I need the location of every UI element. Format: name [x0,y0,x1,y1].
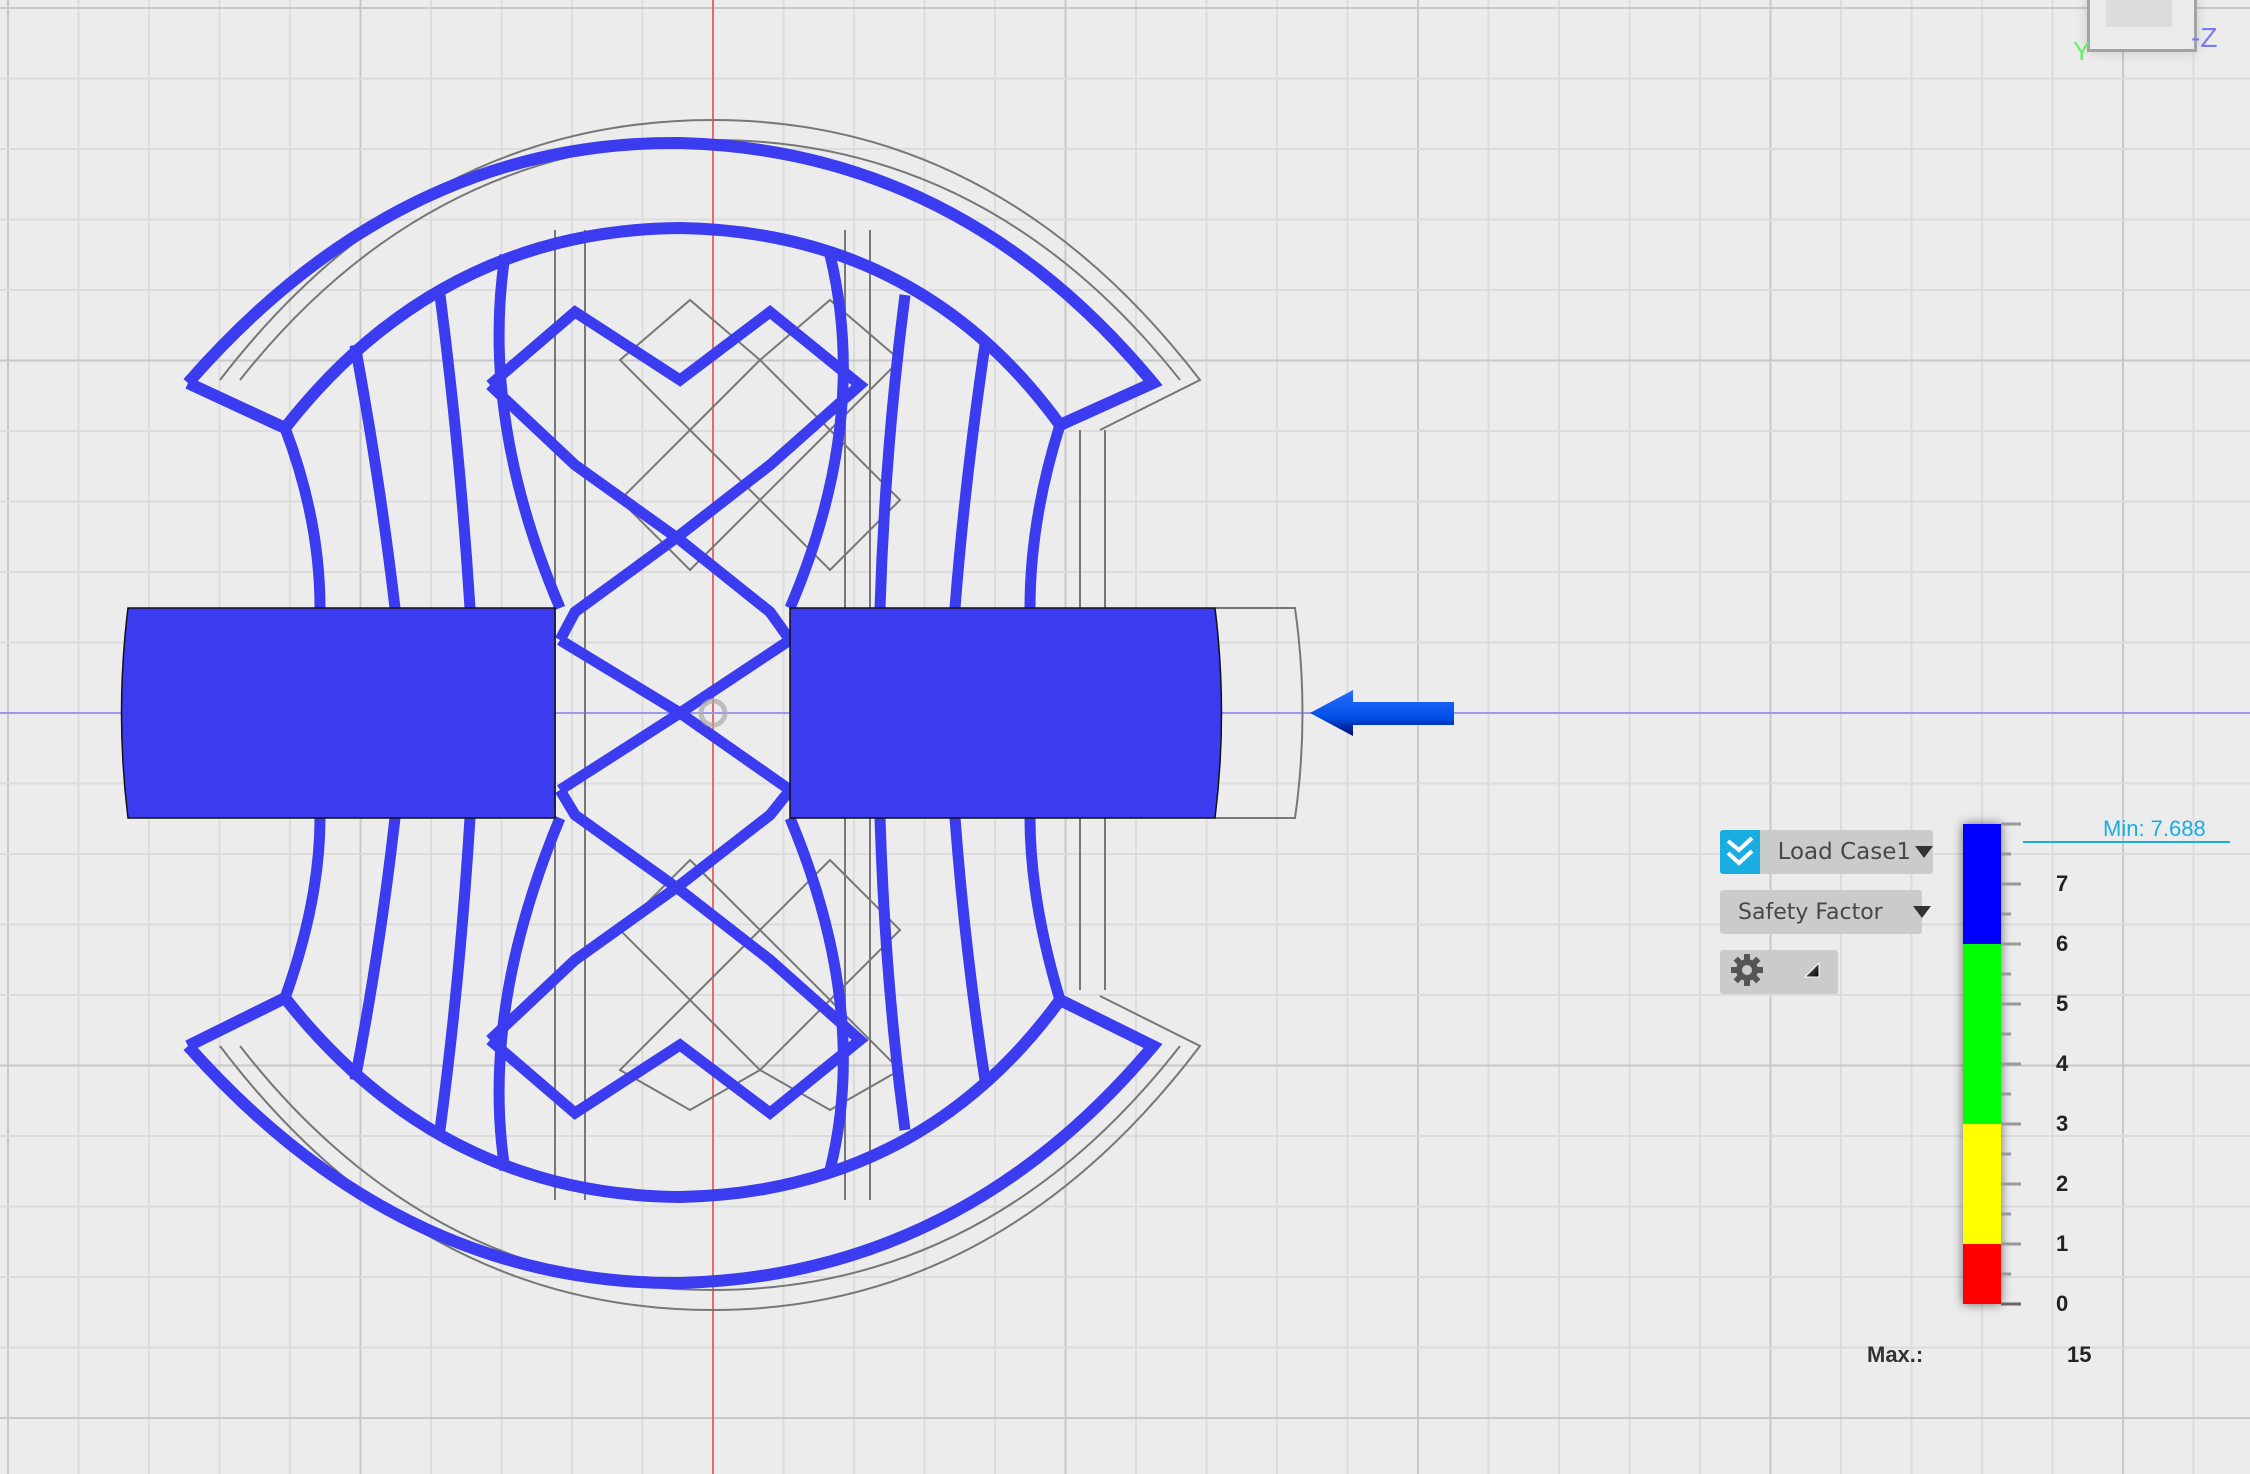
legend-tick-label: 7 [2056,871,2069,896]
legend-tick-label: 2 [2056,1171,2069,1196]
load-case-selector[interactable]: Load Case1 [1720,830,1933,874]
max-label: Max.: [1867,1342,1924,1367]
view-cube-face[interactable] [2106,0,2172,27]
deformed-model [120,136,1223,1290]
result-type-label: Safety Factor [1738,899,1883,925]
expand-corner-icon[interactable] [1803,961,1820,983]
legend-band [1963,824,2001,944]
gear-icon[interactable] [1730,953,1764,992]
legend-color-bar [1963,824,2001,1304]
canvas-viewport[interactable] [0,0,2250,1474]
load-arrow-icon[interactable] [1310,690,1454,736]
legend-tick-label: 3 [2056,1111,2069,1136]
chevron-down-icon[interactable] [1912,906,1931,918]
legend-settings-group[interactable] [1720,950,1838,994]
legend-tick-label: 0 [2056,1291,2069,1316]
load-case-label: Load Case1 [1777,839,1911,865]
view-cube[interactable] [2087,0,2197,52]
max-value: 15 [2067,1342,2092,1367]
result-type-dropdown[interactable]: Safety Factor [1720,890,1931,934]
double-check-icon[interactable] [1720,830,1760,874]
legend-tick-label: 4 [2056,1051,2069,1076]
legend-tick-label: 1 [2056,1231,2069,1256]
axis-label-y: Y [2073,36,2091,66]
legend-band [1963,1244,2001,1304]
min-value-label: Min: 7.688 [2103,816,2206,841]
legend-ticks [2001,822,2021,1306]
axis-label-z: -Z [2191,22,2218,53]
legend-tick-label: 5 [2056,991,2069,1016]
legend-band [1963,944,2001,1124]
legend-tick-label: 6 [2056,931,2069,956]
legend-band [1963,1124,2001,1244]
chevron-down-icon[interactable] [1915,846,1933,858]
